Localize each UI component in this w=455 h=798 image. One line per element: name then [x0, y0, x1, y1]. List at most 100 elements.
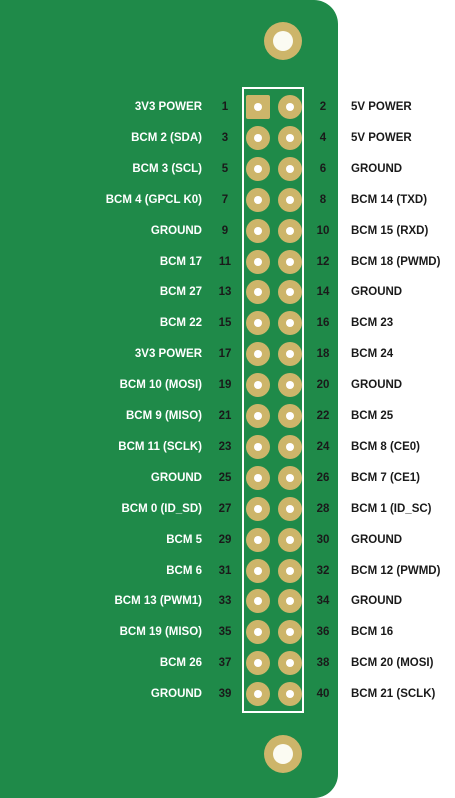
pin-pad [278, 527, 302, 552]
right-pin-label: BCM 16 [351, 626, 394, 639]
pin-row: BCM 0 (ID_SD) 27 28 BCM 1 (ID_SC) [0, 494, 455, 524]
mounting-hole-top [264, 22, 302, 60]
pin-pad [278, 496, 302, 521]
pin-row: BCM 9 (MISO) 21 22 BCM 25 [0, 401, 455, 431]
left-pin-number: 15 [218, 317, 232, 330]
pin-row: BCM 26 37 38 BCM 20 (MOSI) [0, 648, 455, 678]
right-pin-label: GROUND [351, 595, 403, 608]
pin-pad [278, 311, 302, 336]
left-pin-label: BCM 19 (MISO) [119, 626, 202, 639]
right-pin-number: 20 [316, 379, 330, 392]
pin-pad [246, 496, 270, 521]
left-pin-label: BCM 26 [159, 657, 202, 670]
pin-pad [246, 218, 270, 243]
pin-pad [278, 125, 302, 150]
right-pin-label: BCM 24 [351, 348, 394, 361]
left-pin-number: 35 [218, 626, 232, 639]
pin-pad [246, 589, 270, 614]
left-pin-label: BCM 3 (SCL) [132, 162, 202, 175]
right-pin-number: 6 [319, 162, 327, 175]
pin-pad [246, 558, 270, 583]
pin-pad [246, 527, 270, 552]
left-pin-number: 11 [218, 255, 232, 268]
pin-pad [278, 187, 302, 212]
pin-row: BCM 27 13 14 GROUND [0, 277, 455, 307]
pin-pad [278, 156, 302, 181]
right-pin-label: BCM 14 (TXD) [351, 193, 428, 206]
left-pin-number: 37 [218, 657, 232, 670]
left-pin-label: BCM 17 [159, 255, 202, 268]
left-pin-number: 23 [218, 440, 232, 453]
left-pin-label: BCM 22 [159, 317, 202, 330]
right-pin-label: BCM 8 (CE0) [351, 440, 421, 453]
pin-pad [246, 156, 270, 181]
right-pin-label: BCM 20 (MOSI) [351, 657, 434, 670]
pin-pad [278, 682, 302, 707]
left-pin-label: GROUND [150, 224, 202, 237]
pin-pad [246, 465, 270, 490]
right-pin-number: 26 [316, 471, 330, 484]
mounting-hole-bottom [264, 735, 302, 773]
right-pin-label: GROUND [351, 533, 403, 546]
pin-pad [278, 620, 302, 645]
left-pin-number: 21 [218, 410, 232, 422]
right-pin-number: 16 [316, 317, 330, 330]
left-pin-label: BCM 0 (ID_SD) [121, 502, 202, 515]
right-pin-number: 2 [319, 101, 327, 113]
pin-row: GROUND 9 10 BCM 15 (RXD) [0, 216, 455, 246]
pin-pad [246, 280, 270, 305]
pin-pad [246, 125, 270, 150]
pin-pad [246, 311, 270, 336]
pin-row: 3V3 POWER 1 2 5V POWER [0, 92, 455, 122]
pin-pad [246, 342, 270, 367]
pin-pad [246, 682, 270, 707]
right-pin-number: 22 [316, 410, 330, 422]
pin-row: 3V3 POWER 17 18 BCM 24 [0, 339, 455, 369]
pin-pad [278, 280, 302, 305]
left-pin-label: BCM 27 [159, 286, 202, 299]
left-pin-number: 7 [221, 193, 229, 206]
left-pin-number: 29 [218, 533, 232, 546]
pin-pad [278, 373, 302, 398]
left-pin-number: 27 [218, 502, 232, 515]
right-pin-number: 40 [316, 688, 330, 701]
right-pin-number: 32 [316, 564, 330, 577]
left-pin-number: 3 [221, 131, 229, 144]
right-pin-label: GROUND [351, 379, 403, 392]
left-pin-number: 1 [221, 101, 229, 113]
pin-row: BCM 13 (PWM1) 33 34 GROUND [0, 586, 455, 616]
pin-row: BCM 19 (MISO) 35 36 BCM 16 [0, 617, 455, 647]
left-pin-number: 13 [218, 286, 232, 299]
right-pin-number: 36 [316, 626, 330, 639]
right-pin-number: 12 [316, 255, 330, 268]
left-pin-number: 9 [221, 224, 229, 237]
pin-row: BCM 3 (SCL) 5 6 GROUND [0, 154, 455, 184]
right-pin-label: BCM 12 (PWMD) [351, 564, 441, 577]
pin-row: BCM 22 15 16 BCM 23 [0, 308, 455, 338]
right-pin-label: BCM 23 [351, 317, 394, 330]
pin-row: BCM 2 (SDA) 3 4 5V POWER [0, 123, 455, 153]
pin-row: GROUND 25 26 BCM 7 (CE1) [0, 463, 455, 493]
right-pin-number: 28 [316, 502, 330, 515]
right-pin-number: 8 [319, 193, 327, 206]
right-pin-label: 5V POWER [351, 131, 412, 144]
left-pin-label: BCM 11 (SCLK) [118, 440, 202, 453]
pin-pad [278, 558, 302, 583]
left-pin-number: 33 [218, 595, 232, 608]
right-pin-number: 24 [316, 440, 330, 453]
right-pin-number: 38 [316, 657, 330, 670]
left-pin-number: 5 [221, 162, 229, 175]
left-pin-label: BCM 4 (GPCL K0) [105, 193, 202, 206]
pin-pad [278, 434, 302, 459]
left-pin-label: GROUND [150, 688, 202, 701]
left-pin-number: 31 [218, 564, 232, 577]
left-pin-label: 3V3 POWER [134, 101, 202, 113]
left-pin-number: 25 [218, 471, 232, 484]
pin-pad [246, 434, 270, 459]
pin-pad [278, 465, 302, 490]
pin-pad [246, 651, 270, 676]
pin-pad [278, 249, 302, 274]
pin-pad [278, 342, 302, 367]
right-pin-number: 30 [316, 533, 330, 546]
right-pin-label: BCM 18 (PWMD) [351, 255, 441, 268]
